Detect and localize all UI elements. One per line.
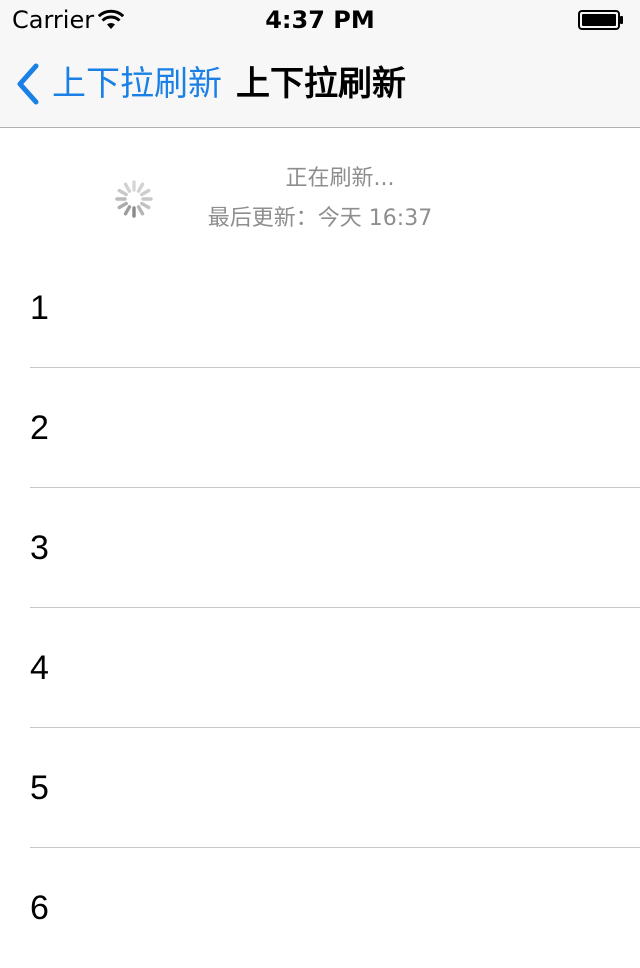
back-button-label: 上下拉刷新: [52, 64, 222, 104]
row-label: 5: [30, 769, 49, 807]
row-label: 3: [30, 529, 49, 567]
refresh-status-label: 正在刷新...: [285, 166, 395, 191]
refresh-last-updated: 最后更新：今天 16:37: [207, 206, 433, 231]
table-row[interactable]: 3: [0, 488, 640, 608]
status-bar: Carrier 4:37 PM: [0, 0, 640, 40]
row-label: 1: [30, 289, 49, 327]
table-row[interactable]: 2: [0, 368, 640, 488]
status-time: 4:37 PM: [265, 6, 375, 34]
row-label: 6: [30, 889, 49, 927]
refresh-status-text: 正在刷新...: [0, 164, 640, 194]
table-row[interactable]: 1: [0, 248, 640, 368]
table-row[interactable]: 4: [0, 608, 640, 728]
page-title: 上下拉刷新: [236, 64, 406, 104]
back-button[interactable]: 上下拉刷新: [14, 62, 222, 106]
chevron-left-icon: [17, 63, 39, 105]
row-label: 2: [30, 409, 49, 447]
table-view[interactable]: 1 2 3 4 5 6: [0, 248, 640, 968]
row-label: 4: [30, 649, 49, 687]
table-row[interactable]: 5: [0, 728, 640, 848]
battery-icon: [578, 10, 623, 30]
table-row[interactable]: 6: [0, 848, 640, 968]
navigation-bar: 上下拉刷新 上下拉刷新: [0, 40, 640, 128]
